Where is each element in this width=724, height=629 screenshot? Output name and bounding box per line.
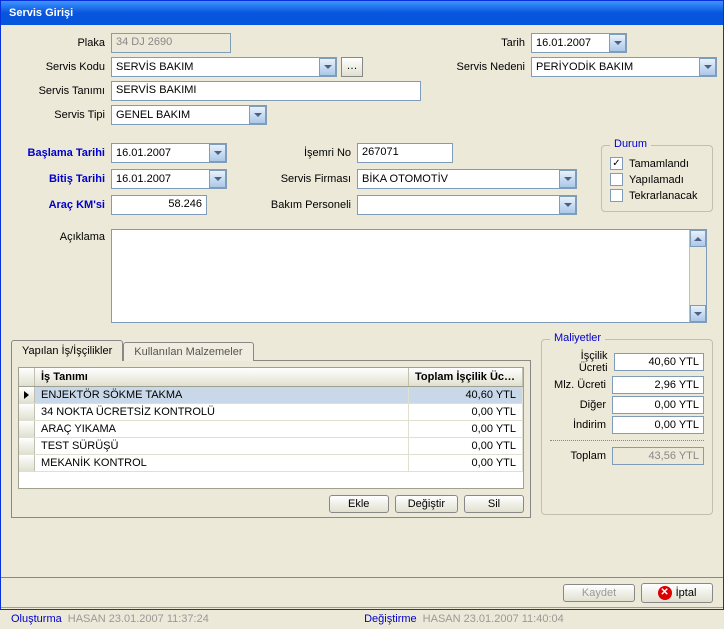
label-servis-tanimi: Servis Tanımı (11, 85, 111, 97)
label-aciklama: Açıklama (11, 229, 111, 243)
cancel-icon: ✕ (658, 586, 672, 600)
chevron-down-icon (214, 151, 222, 155)
servis-firmasi-select[interactable]: BİKA OTOMOTİV (357, 169, 577, 189)
checkbox-tamamlandi[interactable]: ✓ Tamamlandı (610, 157, 704, 170)
plaka-field: 34 DJ 2690 (111, 33, 231, 53)
status-olusturma-value: HASAN 23.01.2007 11:37:24 (68, 613, 209, 625)
table-row[interactable]: ARAÇ YIKAMA 0,00 YTL (19, 421, 523, 438)
tab-panel: İş Tanımı Toplam İşçilik Üc… ENJEKTÖR SÖ… (11, 360, 531, 518)
label-bakim-personeli: Bakım Personeli (261, 199, 357, 211)
chevron-down-icon (564, 203, 572, 207)
sil-button[interactable]: Sil (464, 495, 524, 513)
label-malzeme: Mlz. Ücreti (554, 379, 612, 391)
label-plaka: Plaka (11, 37, 111, 49)
tabs: Yapılan İş/İşçilikler Kullanılan Malzeme… (11, 340, 531, 361)
chevron-down-icon (214, 177, 222, 181)
table-row[interactable]: TEST SÜRÜŞÜ 0,00 YTL (19, 438, 523, 455)
isemri-no-field[interactable]: 267071 (357, 143, 453, 163)
label-tarih: Tarih (441, 37, 531, 49)
status-degistirme-label: Değiştirme (364, 613, 417, 625)
kaydet-button[interactable]: Kaydet (563, 584, 635, 602)
chevron-down-icon (324, 65, 332, 69)
ekle-button[interactable]: Ekle (329, 495, 389, 513)
checkbox-icon (610, 173, 623, 186)
label-toplam: Toplam (571, 450, 612, 462)
label-servis-firmasi: Servis Firması (261, 173, 357, 185)
toplam-field: 43,56 YTL (612, 447, 704, 465)
iscilik-field[interactable]: 40,60 YTL (614, 353, 704, 371)
checkbox-icon (610, 189, 623, 202)
arac-km-field[interactable]: 58.246 (111, 195, 207, 215)
scroll-down-button[interactable] (690, 305, 706, 322)
service-entry-window: Servis Girişi Plaka 34 DJ 2690 Servis Ko… (0, 0, 724, 610)
label-isemri-no: İşemri No (261, 147, 357, 159)
table-row[interactable]: 34 NOKTA ÜCRETSİZ KONTROLÜ 0,00 YTL (19, 404, 523, 421)
scrollbar[interactable] (689, 230, 706, 322)
header-toplam[interactable]: Toplam İşçilik Üc… (409, 368, 523, 386)
maliyetler-legend: Maliyetler (550, 332, 605, 344)
checkbox-icon: ✓ (610, 157, 623, 170)
lookup-button[interactable]: … (341, 57, 363, 77)
chevron-down-icon (704, 65, 712, 69)
grid-header: İş Tanımı Toplam İşçilik Üc… (19, 368, 523, 387)
status-olusturma-label: Oluşturma (11, 613, 62, 625)
chevron-down-icon (614, 41, 622, 45)
durum-legend: Durum (610, 138, 651, 150)
diger-field[interactable]: 0,00 YTL (612, 396, 704, 414)
label-bitis-tarihi: Bitiş Tarihi (11, 173, 111, 185)
tarih-select[interactable]: 16.01.2007 (531, 33, 627, 53)
chevron-down-icon (694, 312, 702, 316)
chevron-down-icon (254, 113, 262, 117)
dropdown-button[interactable] (249, 106, 266, 124)
degistir-button[interactable]: Değiştir (395, 495, 458, 513)
status-bar: Oluşturma HASAN 23.01.2007 11:37:24 Deği… (1, 607, 723, 629)
label-baslama-tarihi: Başlama Tarihi (11, 147, 111, 159)
malzeme-field[interactable]: 2,96 YTL (612, 376, 704, 394)
maliyetler-fieldset: Maliyetler İşçilik Ücreti 40,60 YTL Mlz.… (541, 339, 713, 515)
dropdown-button[interactable] (319, 58, 336, 76)
checkbox-tekrarlanacak[interactable]: Tekrarlanacak (610, 189, 704, 202)
bakim-personeli-select[interactable] (357, 195, 577, 215)
table-row[interactable]: ENJEKTÖR SÖKME TAKMA 40,60 YTL (19, 387, 523, 404)
servis-tanimi-field[interactable]: SERVİS BAKIMI (111, 81, 421, 101)
status-degistirme-value: HASAN 23.01.2007 11:40:04 (423, 613, 564, 625)
scroll-up-button[interactable] (690, 230, 706, 247)
iptal-button[interactable]: ✕ İptal (641, 583, 713, 603)
label-servis-kodu: Servis Kodu (11, 61, 111, 73)
window-title: Servis Girişi (9, 7, 73, 19)
dropdown-button[interactable] (559, 196, 576, 214)
row-indicator-icon (24, 391, 29, 399)
tab-yapilan-is[interactable]: Yapılan İş/İşçilikler (11, 340, 123, 361)
chevron-down-icon (564, 177, 572, 181)
bottom-bar: Kaydet ✕ İptal (1, 577, 723, 607)
durum-fieldset: Durum ✓ Tamamlandı Yapılamadı Tekrarlana… (601, 145, 713, 212)
label-servis-nedeni: Servis Nedeni (441, 61, 531, 73)
title-bar[interactable]: Servis Girişi (1, 1, 723, 25)
servis-nedeni-select[interactable]: PERİYODİK BAKIM (531, 57, 717, 77)
checkbox-yapilamadi[interactable]: Yapılamadı (610, 173, 704, 186)
label-indirim: İndirim (573, 419, 612, 431)
content-area: Plaka 34 DJ 2690 Servis Kodu SERVİS BAKI… (1, 25, 723, 577)
work-grid: İş Tanımı Toplam İşçilik Üc… ENJEKTÖR SÖ… (18, 367, 524, 489)
indirim-field[interactable]: 0,00 YTL (612, 416, 704, 434)
servis-tipi-select[interactable]: GENEL BAKIM (111, 105, 267, 125)
label-iscilik: İşçilik Ücreti (550, 350, 614, 374)
dropdown-button[interactable] (209, 144, 226, 162)
label-arac-km: Araç KM'si (11, 199, 111, 211)
label-diger: Diğer (580, 399, 612, 411)
dropdown-button[interactable] (699, 58, 716, 76)
table-row[interactable]: MEKANİK KONTROL 0,00 YTL (19, 455, 523, 472)
label-servis-tipi: Servis Tipi (11, 109, 111, 121)
servis-kodu-select[interactable]: SERVİS BAKIM (111, 57, 337, 77)
tab-kullanilan-malzemeler[interactable]: Kullanılan Malzemeler (123, 342, 253, 361)
dropdown-button[interactable] (609, 34, 626, 52)
aciklama-textarea[interactable] (111, 229, 707, 323)
header-is-tanimi[interactable]: İş Tanımı (35, 368, 409, 386)
dropdown-button[interactable] (209, 170, 226, 188)
dropdown-button[interactable] (559, 170, 576, 188)
bitis-tarihi-select[interactable]: 16.01.2007 (111, 169, 227, 189)
baslama-tarihi-select[interactable]: 16.01.2007 (111, 143, 227, 163)
chevron-up-icon (694, 237, 702, 241)
